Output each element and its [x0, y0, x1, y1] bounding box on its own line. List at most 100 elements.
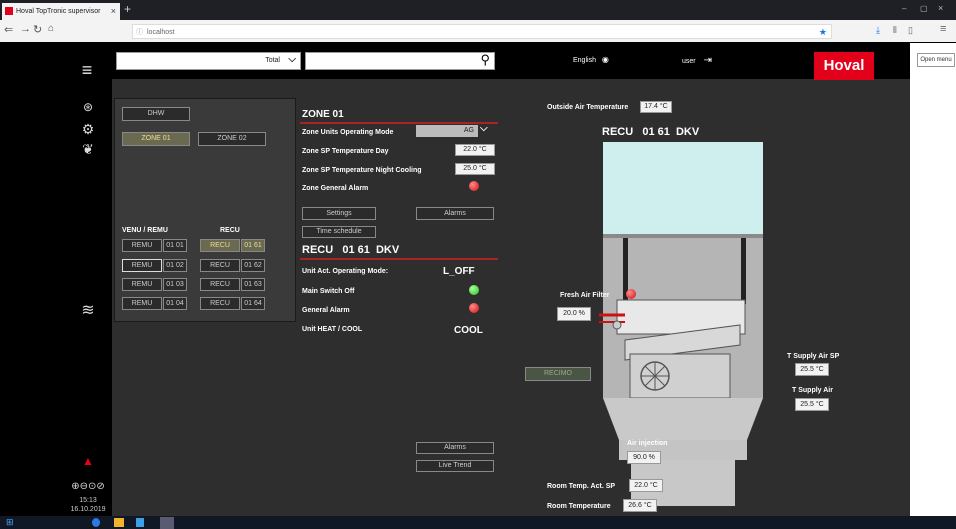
- unit-title-underline: [300, 258, 498, 260]
- back-icon[interactable]: ⇐: [4, 23, 13, 36]
- remu-label: REMU: [122, 239, 162, 252]
- room-temp-label: Room Temperature: [547, 503, 611, 510]
- window-close-button[interactable]: ×: [938, 3, 943, 13]
- firefox-taskbar-icon[interactable]: [160, 517, 174, 529]
- general-alarm-indicator: [469, 303, 479, 313]
- room-sp-value[interactable]: 22.0 °C: [629, 479, 663, 492]
- zone-sp-night-label: Zone SP Temperature Night Cooling: [302, 167, 422, 174]
- tab-close-icon[interactable]: ×: [111, 3, 116, 20]
- network-icon[interactable]: ⊛: [78, 100, 98, 114]
- login-icon: ⇥: [703, 55, 712, 66]
- chevron-down-icon: ⌵: [480, 123, 488, 134]
- reload-icon[interactable]: ↻: [33, 23, 42, 36]
- edge-icon[interactable]: [92, 518, 100, 527]
- t-supply-sp-label: T Supply Air SP: [787, 353, 840, 360]
- url-bar[interactable]: ⓘ localhost ★: [132, 24, 832, 39]
- fresh-air-filter-indicator: [626, 289, 636, 299]
- live-trend-button[interactable]: Live Trend: [416, 460, 494, 472]
- recu-heading: RECU: [220, 227, 240, 234]
- outside-air-label: Outside Air Temperature: [547, 104, 629, 111]
- browser-menu-icon[interactable]: ≡: [940, 23, 946, 35]
- remu-number: 01 01: [163, 239, 187, 252]
- dhw-button[interactable]: DHW: [122, 107, 190, 121]
- t-supply-sp-value[interactable]: 25.5 °C: [795, 363, 829, 376]
- recu-label: RECU: [200, 297, 240, 310]
- forward-icon[interactable]: →: [20, 23, 31, 35]
- library-icon[interactable]: ⫴: [893, 25, 897, 36]
- store-icon[interactable]: [136, 518, 144, 527]
- zoom-controls[interactable]: ⊕⊖⊙⊘: [64, 481, 112, 492]
- main-switch-indicator: [469, 285, 479, 295]
- settings-button[interactable]: Settings: [302, 207, 376, 220]
- url-text: localhost: [147, 29, 175, 36]
- total-dropdown[interactable]: Total ⌵: [116, 52, 301, 70]
- room-temp-value: 26.6 °C: [623, 499, 657, 512]
- zone-mode-label: Zone Units Operating Mode: [302, 129, 394, 136]
- remu-label: REMU: [122, 278, 162, 291]
- favicon-icon: [5, 7, 13, 15]
- window-minimize-button[interactable]: –: [902, 4, 906, 13]
- air-injection-value: 90.0 %: [627, 451, 661, 464]
- unit-mode-label: Unit Act. Operating Mode:: [302, 268, 389, 275]
- recu-label: RECU: [200, 239, 240, 252]
- t-supply-value: 25.5 °C: [795, 398, 829, 411]
- zone-sp-day-label: Zone SP Temperature Day: [302, 148, 389, 155]
- clock-time: 15:13: [79, 497, 97, 504]
- zone-02-button[interactable]: ZONE 02: [198, 132, 266, 146]
- info-icon: ⓘ: [136, 29, 143, 36]
- t-supply-label: T Supply Air: [792, 387, 833, 394]
- language-label: English: [573, 57, 596, 64]
- language-selector[interactable]: English ◉: [573, 55, 609, 64]
- outside-air-value: 17.4 °C: [640, 101, 672, 113]
- remu-label: REMU: [122, 259, 162, 272]
- unit-title: RECU 01 61 DKV: [302, 244, 400, 256]
- fresh-air-filter-label: Fresh Air Filter: [560, 292, 610, 299]
- new-tab-button[interactable]: +: [124, 2, 131, 16]
- recu-label: RECU: [200, 278, 240, 291]
- search-field[interactable]: ⚲: [305, 52, 495, 70]
- zone-mode-value: AG: [416, 125, 478, 137]
- recimo-mode-button[interactable]: RECIMO: [525, 367, 591, 381]
- search-icon[interactable]: ⚲: [480, 52, 490, 68]
- window-maximize-button[interactable]: ▢: [920, 4, 928, 13]
- heat-cool-label: Unit HEAT / COOL: [302, 326, 363, 333]
- zoom-fit-icon[interactable]: ⊘: [96, 481, 104, 492]
- zone-sp-day-value[interactable]: 22.0 °C: [455, 144, 495, 156]
- sidebar-icon[interactable]: ▯: [908, 25, 913, 36]
- browser-tab-bar: [0, 0, 956, 20]
- windows-start-icon[interactable]: ⊞: [6, 517, 14, 528]
- globe-icon: ◉: [601, 55, 609, 64]
- zoom-in-icon[interactable]: ⊕: [71, 481, 79, 492]
- unit-mode-value: L_OFF: [443, 266, 475, 277]
- hoval-logo: Hoval: [814, 52, 874, 80]
- browser-tab-title: Hoval TopTronic supervisor: [16, 8, 101, 15]
- folder-icon[interactable]: [114, 518, 124, 527]
- browser-tab[interactable]: Hoval TopTronic supervisor ×: [2, 3, 120, 20]
- unit-alarms-button[interactable]: Alarms: [416, 442, 494, 454]
- home-icon[interactable]: ⌂: [48, 23, 54, 34]
- leaf-icon[interactable]: ❦: [78, 141, 98, 158]
- hamburger-menu-icon[interactable]: ≡: [76, 60, 98, 81]
- zone-alarms-button[interactable]: Alarms: [416, 207, 494, 220]
- zoom-out-icon[interactable]: ⊖: [80, 481, 88, 492]
- zone-alarm-label: Zone General Alarm: [302, 185, 369, 192]
- download-icon[interactable]: ⤓: [876, 25, 880, 36]
- zone-sp-night-value[interactable]: 25.0 °C: [455, 163, 495, 175]
- air-flow-icon[interactable]: ≋: [78, 300, 98, 320]
- recu-number: 01 62: [241, 259, 265, 272]
- venu-remu-heading: VENU / REMU: [122, 227, 168, 234]
- search-input[interactable]: [305, 52, 495, 70]
- recu-label: RECU: [200, 259, 240, 272]
- user-menu[interactable]: user ⇥: [682, 55, 712, 66]
- total-dropdown-label: Total: [265, 57, 280, 64]
- gear-icon[interactable]: ⚙: [78, 121, 98, 138]
- clock-date: 16.10.2019: [70, 506, 106, 513]
- bookmark-star-icon[interactable]: ★: [819, 25, 827, 40]
- user-label: user: [682, 58, 696, 65]
- zone-mode-dropdown[interactable]: AG ⌵: [416, 123, 494, 137]
- time-schedule-button[interactable]: Time schedule: [302, 226, 376, 238]
- main-switch-label: Main Switch Off: [302, 288, 355, 295]
- alarm-bell-icon[interactable]: ▲: [78, 454, 98, 468]
- remu-label: REMU: [122, 297, 162, 310]
- zone-01-button[interactable]: ZONE 01: [122, 132, 190, 146]
